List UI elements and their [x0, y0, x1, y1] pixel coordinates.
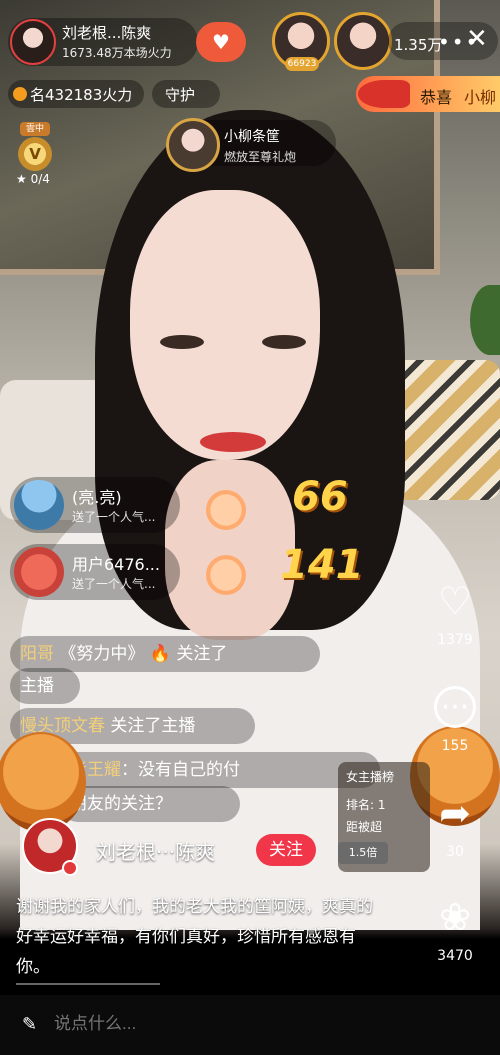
- combo-count-2: 141: [280, 542, 364, 588]
- host-name: 刘老根...陈爽: [62, 24, 152, 42]
- chat-message-1: 阳哥 《努力中》 🔥 关注了: [10, 636, 320, 672]
- follow-button[interactable]: 关注: [256, 834, 316, 866]
- chat-user: 阳哥: [20, 644, 54, 664]
- rank-card-title: 女主播榜: [346, 770, 395, 784]
- comment-avatar-2: [14, 547, 64, 597]
- combo-count-1: 66: [292, 474, 348, 520]
- level-badge-icon[interactable]: V: [18, 137, 52, 171]
- thumbs-up-icon: [206, 490, 246, 530]
- like-count: 1379: [437, 632, 473, 648]
- rocket-icon: [358, 80, 410, 108]
- level-progress: ★ 0/4: [16, 172, 50, 186]
- comment-count: 155: [441, 738, 469, 754]
- comment-avatar-1: [14, 480, 64, 530]
- congrats-text: 恭喜: [420, 88, 453, 107]
- fan-rank-badge: 66923: [285, 57, 319, 71]
- chat-message-2: 主播: [10, 668, 80, 704]
- thumbs-up-icon: [206, 555, 246, 595]
- chat-text: 关注了主播: [110, 716, 196, 736]
- comment-name-2: 用户6476...: [72, 555, 160, 574]
- comment-bubble-icon: ···: [434, 686, 476, 728]
- chat-text: ：没有自己的付: [121, 760, 240, 780]
- rank-card-multiplier: 1.5倍: [338, 842, 388, 864]
- comment-sub-1: 送了一个人气...: [72, 510, 156, 524]
- comment-input[interactable]: [54, 1014, 275, 1034]
- heart-outline-icon: ♡: [437, 579, 473, 623]
- share-button[interactable]: ➦: [432, 790, 478, 836]
- chat-message-5: 朋友的关注？: [60, 786, 240, 822]
- top-fan-avatar-1[interactable]: 66923: [272, 12, 330, 71]
- heart-icon: ♥: [212, 30, 230, 54]
- caption-divider: [16, 983, 160, 985]
- rank-card-gap: 距被超: [346, 820, 383, 834]
- like-button[interactable]: ♡: [432, 578, 478, 624]
- live-dot-icon: [62, 860, 78, 876]
- streamer-eye-left: [160, 335, 204, 349]
- plant: [470, 285, 500, 355]
- host-fire-count: 1673.48万本场火力: [62, 46, 172, 60]
- top-fan-avatar-2[interactable]: [334, 12, 392, 70]
- guard-label: 守护: [165, 86, 196, 104]
- comment-name-1: (亮.亮): [72, 488, 122, 507]
- gift-desc: 燃放至尊礼炮: [224, 150, 297, 164]
- gift-icon: ❀: [439, 895, 471, 939]
- level-tag: 雲中: [20, 122, 50, 136]
- viewer-count: 1.35万: [394, 36, 443, 54]
- chat-text: 主播: [20, 676, 54, 696]
- streamer-hands: [165, 460, 295, 640]
- gift-sender-avatar: [166, 118, 220, 172]
- chat-text: 《努力中》 🔥 关注了: [59, 644, 228, 664]
- close-icon[interactable]: ✕: [466, 24, 488, 54]
- rank-card-position: 排名: 1: [346, 798, 386, 812]
- congrats-name: 小柳: [464, 88, 497, 107]
- post-caption: 谢谢我的家人们，我的老大我的筐阿姨，爽真的好幸运好幸福，有你们真好，珍惜所有感恩…: [16, 897, 373, 977]
- share-arrow-icon: ➦: [439, 791, 471, 835]
- chat-text: 朋友的关注？: [70, 794, 172, 814]
- gift-pot-left: [0, 732, 86, 832]
- fire-rank-text: 名432183火力: [30, 86, 133, 104]
- streamer-lips: [200, 432, 266, 452]
- follow-heart-button[interactable]: ♥: [196, 22, 246, 62]
- gift-sender-name: 小柳条筐: [224, 129, 280, 145]
- gift-button[interactable]: ❀: [432, 894, 478, 940]
- chat-message-4: 者王耀：没有自己的付: [60, 752, 380, 788]
- live-stream-view: 刘老根...陈爽 1673.48万本场火力 ♥ 66923 1.35万 ••• …: [0, 0, 500, 1055]
- author-name[interactable]: 刘老根···陈爽: [96, 836, 215, 865]
- streamer-face: [130, 190, 320, 460]
- gift-count: 3470: [437, 948, 473, 964]
- comment-button[interactable]: ···: [432, 684, 478, 730]
- streamer-eye-right: [262, 335, 306, 349]
- fire-icon: [13, 87, 27, 101]
- host-avatar[interactable]: [10, 19, 56, 65]
- share-count: 30: [446, 844, 464, 860]
- pencil-icon: ✎: [22, 1014, 38, 1035]
- comment-sub-2: 送了一个人气...: [72, 577, 156, 591]
